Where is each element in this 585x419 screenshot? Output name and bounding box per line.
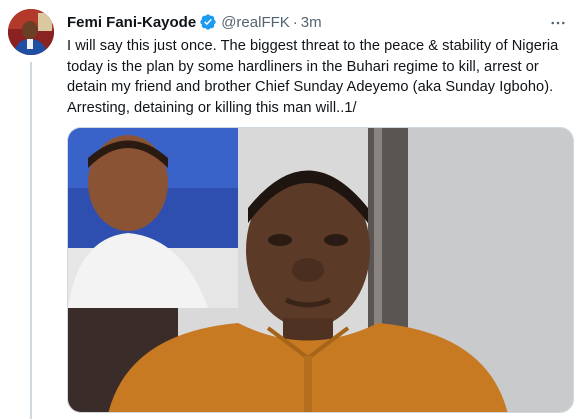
more-options-icon[interactable] xyxy=(547,12,569,34)
tweet-header: Femi Fani-Kayode @realFFK · 3m xyxy=(67,10,573,34)
tweet-timestamp[interactable]: 3m xyxy=(301,14,322,31)
author-avatar[interactable] xyxy=(8,9,54,55)
tweet-photo[interactable] xyxy=(67,127,574,413)
tweet-body-text: I will say this just once. The biggest t… xyxy=(67,38,559,116)
author-name[interactable]: Femi Fani-Kayode xyxy=(67,14,196,31)
author-handle[interactable]: @realFFK xyxy=(221,14,290,31)
verified-badge-icon xyxy=(199,13,217,31)
header-separator: · xyxy=(292,13,298,31)
thread-connector-line xyxy=(30,62,32,419)
